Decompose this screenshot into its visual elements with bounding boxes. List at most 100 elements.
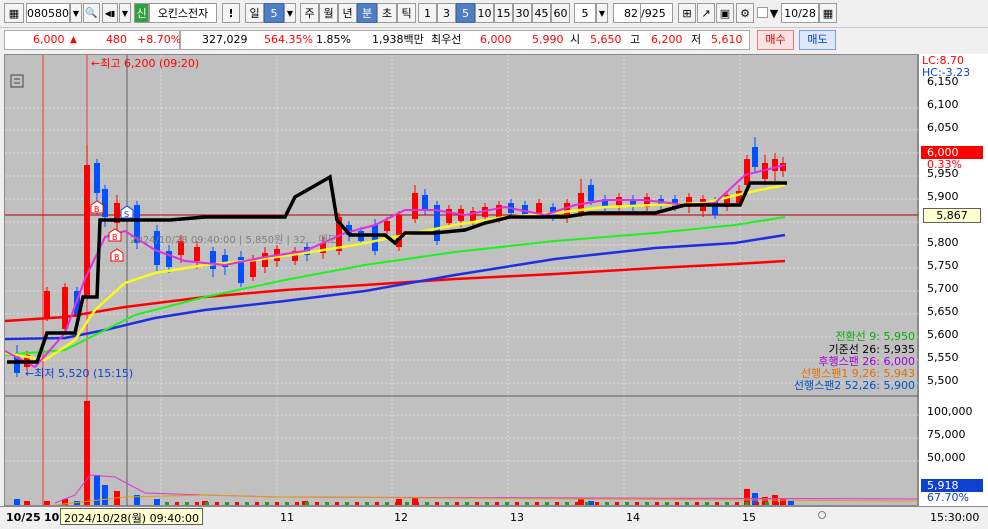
interval-5-button[interactable]: 5 [456,3,475,23]
turnover-rate: 1.85% [316,33,351,46]
best-bid: 5,990 [532,33,564,46]
interval-60-button[interactable]: 60 [551,3,570,23]
volume-bar [655,502,659,505]
chart-menu-icon[interactable] [10,74,24,88]
interval-45-button[interactable]: 45 [532,3,551,23]
volume-bar [515,502,519,505]
line-tool-icon[interactable]: ↗ [697,3,715,23]
save-icon[interactable]: ▣ [716,3,734,23]
volume-bar [535,502,539,505]
stock-name-field[interactable]: 오킨스전자 [149,3,217,23]
time-label: 15:30:00 [930,511,980,524]
sell-button[interactable]: 매도 [799,30,836,50]
period-minute-button[interactable]: 분 [357,3,377,23]
volume-tick: 100,000 [927,405,973,418]
volume-bar [788,501,794,505]
high-marker-label: ←최고 6,200 (09:20) [91,57,199,70]
position-input[interactable]: 82 [613,3,641,23]
high-label: 고 [630,33,641,46]
price-tick: 5,950 [927,167,959,180]
price-tick: 5,550 [927,351,959,364]
volume-pct: 67.70% [927,491,969,504]
toolbar: ▦ 080580 ▼ 🔍 ◀▮ ▼ 신 오킨스전자 ! 일 5 ▼ 주 월 년 … [0,0,988,28]
candle-body [588,185,594,201]
volume-bar [465,502,469,505]
volume-bar [235,502,239,505]
candle-body [210,251,216,269]
low-marker-label: ←최저 5,520 (15:15) [25,367,133,380]
speaker-icon[interactable]: ◀▮ [102,3,118,23]
date-checkbox[interactable] [757,7,768,18]
volume-bar [265,502,269,505]
chart-area[interactable]: B B B S 2024/10/28 09:40:00 | 5,850원 | 3… [4,54,920,507]
volume-bar [355,502,359,505]
buy-button[interactable]: 매수 [757,30,794,50]
volume-bar [445,502,449,505]
indicator-legend: 전환선 9: 5,950 기준선 26: 5,935 후행스팬 26: 6,00… [794,330,915,392]
period-month-button[interactable]: 월 [319,3,338,23]
crosshair-tooltip: 2024/10/28 09:40:00 | 5,850원 | 32... 매도 [130,234,337,246]
volume-bar [475,502,479,505]
calendar-icon[interactable]: ▦ [819,3,837,23]
crosshair-time-tag: 2024/10/28(월) 09:40:00 [60,508,204,525]
period-day-button[interactable]: 일 [245,3,264,23]
candles [14,137,786,377]
date-input[interactable]: 10/28 [781,3,819,23]
volume-bar [635,502,639,505]
current-price: 6,000 [33,33,65,46]
volume-bar [715,502,719,505]
settings-icon[interactable]: ⚙ [736,3,754,23]
grid-icon[interactable]: ▦ [4,3,24,23]
volume-bar [565,502,569,505]
period-dropdown[interactable]: ▼ [284,3,296,23]
chart-canvas: B B B S 2024/10/28 09:40:00 | 5,850원 | 3… [4,55,920,507]
up-arrow-icon: ▲ [70,35,77,45]
interval-dropdown[interactable]: ▼ [596,3,608,23]
history-dropdown[interactable]: ▼ [119,3,131,23]
candle-tool-icon[interactable]: ⊞ [678,3,696,23]
period-second-button[interactable]: 초 [377,3,397,23]
total-count: /925 [641,3,673,23]
volume-bar [165,502,169,505]
svg-text:B: B [94,205,100,214]
price-tick: 5,750 [927,259,959,272]
svg-text:B: B [114,253,120,262]
code-dropdown-arrow[interactable]: ▼ [70,3,82,23]
candle-body [372,225,378,251]
volume-bar [154,499,160,505]
volume-bar [245,502,249,505]
period-count[interactable]: 5 [264,3,284,23]
volume-bar [425,502,429,505]
price-change-pct: +8.70% [137,33,182,46]
volume-bar [705,502,709,505]
alert-button[interactable]: ! [222,3,240,23]
search-icon[interactable]: 🔍 [83,3,100,23]
interval-10-button[interactable]: 10 [475,3,494,23]
crosshair-price-tag: 5,867 [923,208,981,223]
price-tick: 6,150 [927,75,959,88]
date-label: 15 [742,511,756,524]
period-year-button[interactable]: 년 [338,3,357,23]
candle-body [44,291,50,317]
date-label: 14 [626,511,640,524]
interval-30-button[interactable]: 30 [513,3,532,23]
period-week-button[interactable]: 주 [300,3,319,23]
candle-body [744,159,750,185]
scroll-handle[interactable] [818,511,826,519]
period-tick-button[interactable]: 틱 [397,3,416,23]
price-tick: 5,600 [927,328,959,341]
volume-bar [84,401,90,505]
volume-bar [285,502,289,505]
volume-bar [305,502,309,505]
interval-1-button[interactable]: 1 [418,3,437,23]
interval-15-button[interactable]: 15 [494,3,513,23]
svg-text:S: S [124,210,129,219]
interval-count-input[interactable]: 5 [574,3,596,23]
volume-bar [205,502,209,505]
credit-badge: 신 [134,3,149,23]
interval-3-button[interactable]: 3 [437,3,456,23]
volume-bar [525,502,529,505]
stock-code-input[interactable]: 080580 [26,3,70,23]
price-tick: 5,500 [927,374,959,387]
candle-body [194,247,200,261]
